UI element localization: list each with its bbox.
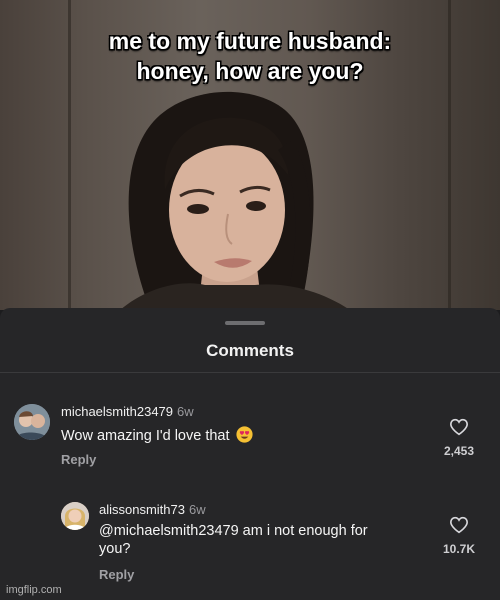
sheet-drag-handle[interactable] [225,321,265,325]
comment-text-line-2: you? [99,541,131,557]
like-count: 2,453 [443,444,475,458]
comment-text: Wow amazing I'd love that [61,426,391,448]
reply-button[interactable]: Reply [99,567,134,582]
comment-time: 6w [189,502,206,517]
reply-button[interactable]: Reply [61,452,96,467]
video-frame: me to my future husband: honey, how are … [0,0,500,310]
avatar[interactable] [14,404,50,440]
heart-eyes-emoji-icon [235,426,253,448]
comment-time: 6w [177,404,194,419]
comments-sheet: Comments michaelsmith23479 6w Wow amazing… [0,308,500,600]
username-text: michaelsmith23479 [61,404,174,419]
like-control[interactable]: 2,453 [434,418,484,458]
caption-line-2: honey, how are you? [136,58,364,84]
comment-text-body: Wow amazing I'd love that [61,428,230,444]
like-control[interactable]: 10.7K [434,516,484,556]
comment-username[interactable]: alissonsmith73 6w [99,502,206,517]
caption-line-1: me to my future husband: [108,28,392,54]
comment-username[interactable]: michaelsmith23479 6w [61,404,194,419]
like-count: 10.7K [442,542,476,556]
heart-icon[interactable] [449,516,469,534]
watermark: imgflip.com [6,584,62,596]
comment-text: @michaelsmith23479 am i not enough for y… [99,522,429,558]
avatar-photo-icon [14,404,50,440]
video-caption: me to my future husband: honey, how are … [0,26,500,86]
heart-icon[interactable] [449,418,469,436]
username-text: alissonsmith73 [99,502,185,517]
comment-text-line-1: @michaelsmith23479 am i not enough for [99,523,368,539]
avatar[interactable] [61,502,89,530]
comments-title: Comments [206,341,294,360]
divider [0,372,500,373]
avatar-photo-icon [61,502,89,530]
